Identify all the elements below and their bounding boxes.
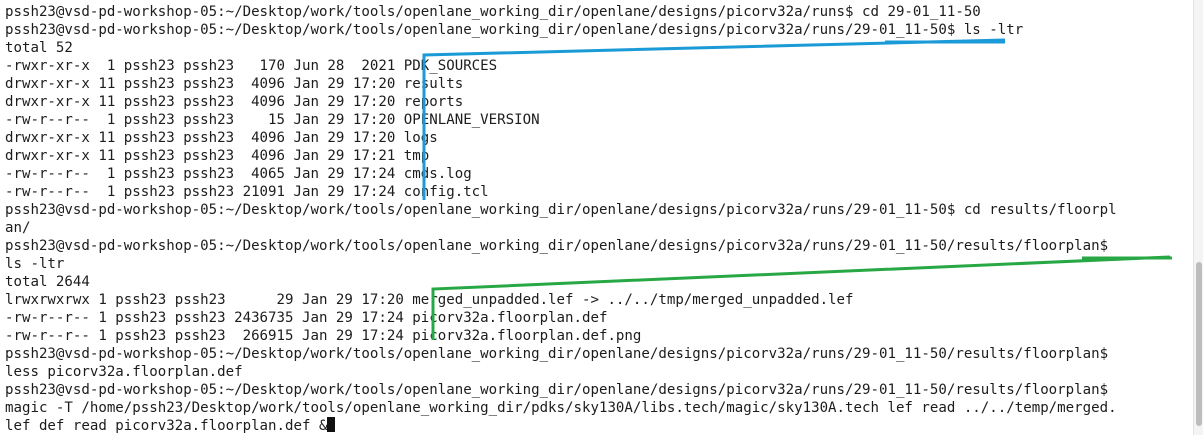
- terminal-line: -rw-r--r-- 1 pssh23 pssh23 15 Jan 29 17:…: [5, 112, 540, 128]
- scrollbar-thumb[interactable]: [1196, 262, 1202, 426]
- vertical-scrollbar[interactable]: [1193, 0, 1203, 435]
- terminal-line: -rw-r--r-- 1 pssh23 pssh23 21091 Jan 29 …: [5, 184, 489, 200]
- terminal-line: pssh23@vsd-pd-workshop-05:~/Desktop/work…: [5, 382, 1109, 398]
- terminal-line: drwxr-xr-x 11 pssh23 pssh23 4096 Jan 29 …: [5, 76, 464, 92]
- terminal-line: drwxr-xr-x 11 pssh23 pssh23 4096 Jan 29 …: [5, 148, 430, 164]
- text-cursor: [327, 417, 336, 432]
- terminal-output[interactable]: pssh23@vsd-pd-workshop-05:~/Desktop/work…: [0, 0, 1194, 435]
- terminal-line: drwxr-xr-x 11 pssh23 pssh23 4096 Jan 29 …: [5, 94, 464, 110]
- terminal-line-text: lef def read picorv32a.floorplan.def &: [5, 418, 328, 434]
- terminal-line: lrwxrwxrwx 1 pssh23 pssh23 29 Jan 29 17:…: [5, 292, 854, 308]
- terminal-line: pssh23@vsd-pd-workshop-05:~/Desktop/work…: [5, 202, 1117, 218]
- terminal-line: drwxr-xr-x 11 pssh23 pssh23 4096 Jan 29 …: [5, 130, 438, 146]
- terminal-line: pssh23@vsd-pd-workshop-05:~/Desktop/work…: [5, 346, 1109, 362]
- terminal-line: -rw-r--r-- 1 pssh23 pssh23 2436735 Jan 2…: [5, 310, 608, 326]
- terminal-line: an/: [5, 220, 31, 236]
- terminal-line: total 52: [5, 40, 73, 56]
- terminal-line: -rwxr-xr-x 1 pssh23 pssh23 170 Jun 28 20…: [5, 58, 498, 74]
- terminal-line: less picorv32a.floorplan.def: [5, 364, 243, 380]
- terminal-prompt-line[interactable]: lef def read picorv32a.floorplan.def &: [5, 417, 1194, 435]
- terminal-line: pssh23@vsd-pd-workshop-05:~/Desktop/work…: [5, 238, 1109, 254]
- terminal-line: magic -T /home/pssh23/Desktop/work/tools…: [5, 400, 1117, 416]
- terminal-line: -rw-r--r-- 1 pssh23 pssh23 266915 Jan 29…: [5, 328, 642, 344]
- terminal-line: ls -ltr: [5, 256, 65, 272]
- terminal-line: pssh23@vsd-pd-workshop-05:~/Desktop/work…: [5, 22, 1024, 38]
- terminal-line: -rw-r--r-- 1 pssh23 pssh23 4065 Jan 29 1…: [5, 166, 472, 182]
- terminal-line: pssh23@vsd-pd-workshop-05:~/Desktop/work…: [5, 4, 981, 20]
- terminal-line: total 2644: [5, 274, 90, 290]
